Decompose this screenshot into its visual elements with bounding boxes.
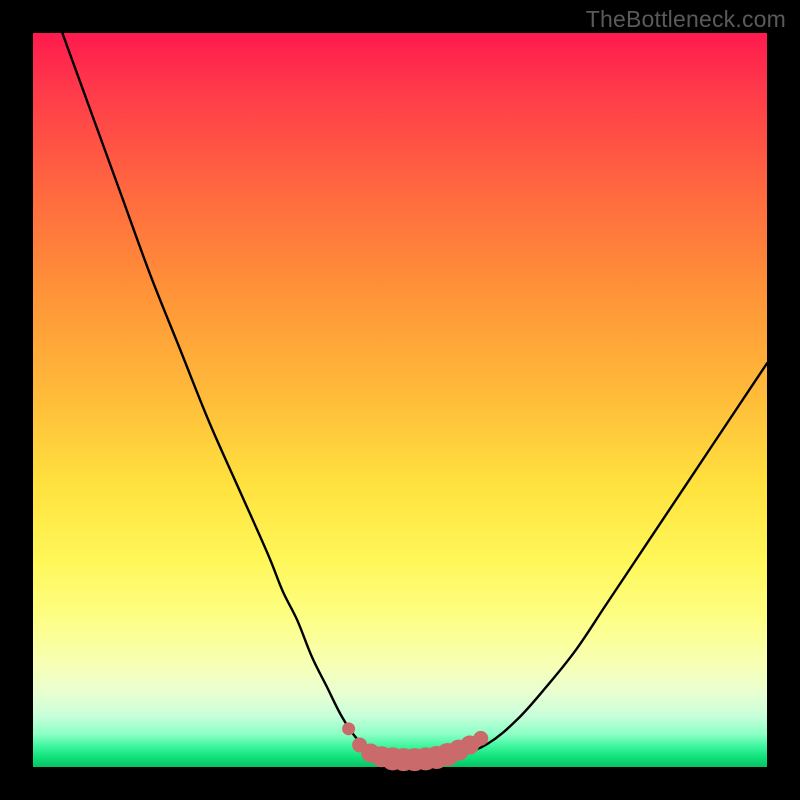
valley-markers-group [343,723,488,771]
bottleneck-curve [62,33,767,758]
valley-marker [343,723,355,735]
chart-plot-area [33,33,767,767]
watermark-text: TheBottleneck.com [586,6,786,33]
valley-marker [474,731,488,745]
chart-overlay [33,33,767,767]
